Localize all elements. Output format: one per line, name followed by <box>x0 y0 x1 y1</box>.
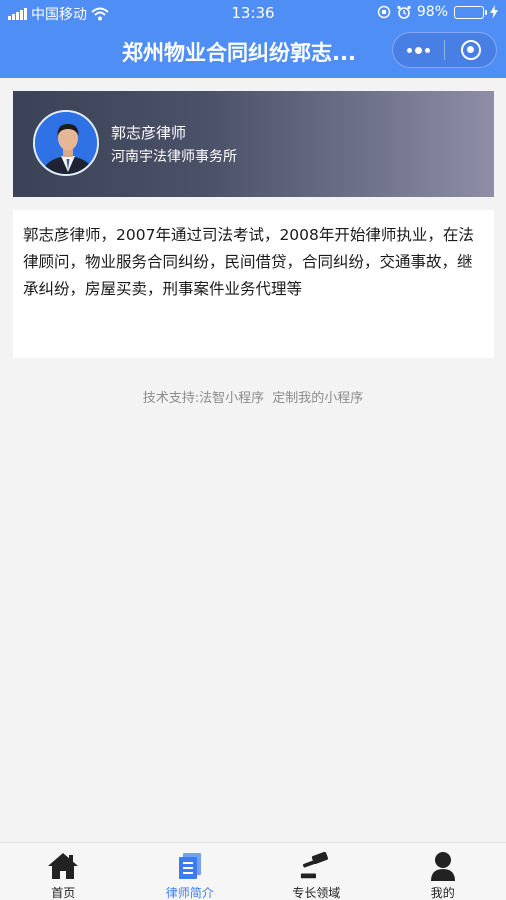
alarm-icon <box>397 5 411 19</box>
lawyer-profile-card: 郭志彦律师 河南宇法律师事务所 <box>13 91 494 197</box>
tab-home[interactable]: 首页 <box>0 843 127 900</box>
avatar <box>33 110 99 176</box>
tech-support-footer: 技术支持:法智小程序 定制我的小程序 <box>0 387 506 406</box>
more-menu-button[interactable] <box>393 46 444 54</box>
status-bar: 中国移动 13:36 98% <box>0 0 506 26</box>
lawyer-portrait-icon <box>35 112 97 174</box>
support-label: 技术支持:法智小程序 <box>142 391 265 406</box>
tab-label-lawyer-profile: 律师简介 <box>165 886 214 900</box>
tab-mine[interactable]: 我的 <box>380 843 506 900</box>
profile-doc-icon <box>173 851 207 881</box>
page-title: 郑州物业合同纠纷郭志... <box>122 41 356 65</box>
battery-icon <box>454 5 487 19</box>
intro-text: 郭志彦律师，2007年通过司法考试，2008年开始律师执业，在法律顾问，物业服务… <box>23 226 474 298</box>
target-close-icon <box>460 40 481 60</box>
user-icon <box>426 851 460 881</box>
more-dots-icon <box>407 46 430 54</box>
customize-link[interactable]: 定制我的小程序 <box>272 391 363 406</box>
bottom-tab-bar: 首页 律师简介 专长领域 我的 <box>0 842 506 900</box>
mini-program-capsule <box>392 32 497 68</box>
home-icon <box>46 851 80 881</box>
status-right: 98% <box>377 4 498 20</box>
tab-label-mine: 我的 <box>430 886 455 900</box>
charging-bolt-icon <box>490 5 498 19</box>
tab-label-home: 首页 <box>51 886 76 900</box>
top-header: 中国移动 13:36 98% 郑州物业合同纠纷郭志... <box>0 0 506 78</box>
close-mini-program-button[interactable] <box>445 40 496 60</box>
tab-lawyer-profile[interactable]: 律师简介 <box>127 843 254 900</box>
tab-label-expertise: 专长领域 <box>292 886 341 900</box>
lawyer-name: 郭志彦律师 <box>111 124 187 142</box>
rotation-lock-icon <box>377 5 391 19</box>
law-firm-name: 河南宇法律师事务所 <box>111 149 237 165</box>
title-bar: 郑州物业合同纠纷郭志... <box>0 30 506 72</box>
gavel-icon <box>299 851 333 881</box>
battery-percent: 98% <box>416 4 448 20</box>
tab-expertise[interactable]: 专长领域 <box>253 843 380 900</box>
lawyer-intro-card: 郭志彦律师，2007年通过司法考试，2008年开始律师执业，在法律顾问，物业服务… <box>13 210 494 358</box>
